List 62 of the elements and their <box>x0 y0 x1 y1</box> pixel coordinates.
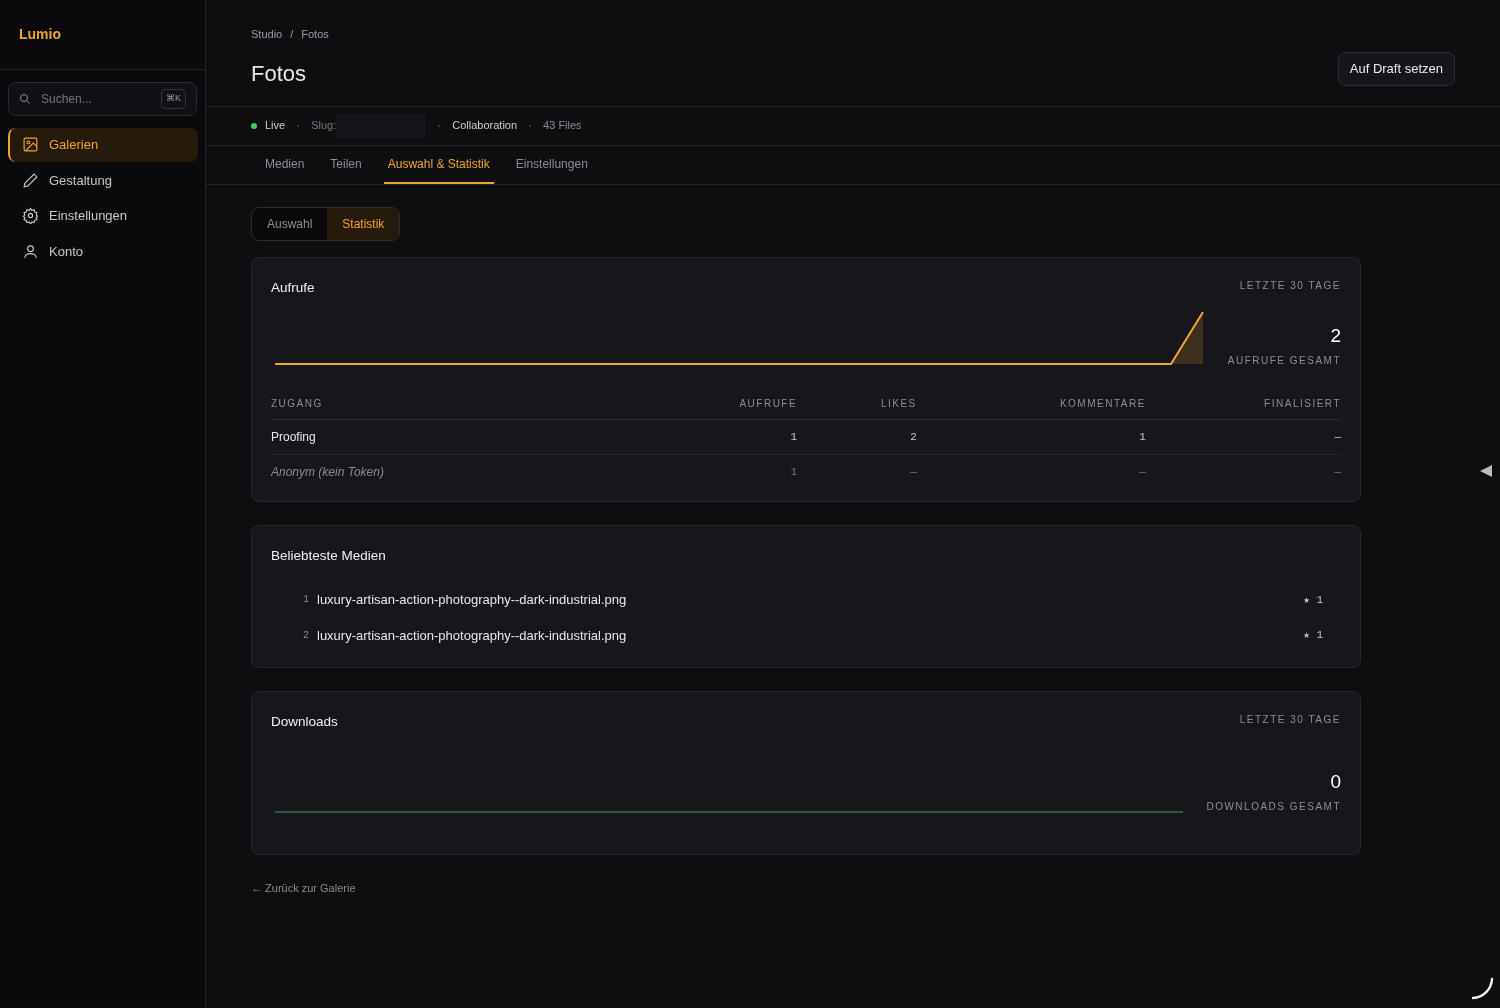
media-name[interactable]: luxury-artisan-action-photography--dark-industrial.png <box>317 625 1304 645</box>
tab[interactable]: Einstellungen <box>511 145 592 184</box>
table-cell: — <box>916 454 1146 489</box>
total-value: 0 <box>1329 772 1341 792</box>
brand-logo: Lumio <box>0 0 205 70</box>
slug-label: Slug: <box>311 118 337 134</box>
back-link[interactable]: ← Zurück zur Galerie <box>251 882 356 895</box>
sidebar-item[interactable]: Einstellungen <box>8 199 198 233</box>
likes-count: ★ 1 <box>1303 628 1323 643</box>
table-cell: 1 <box>916 419 1146 455</box>
rank-number: 1 <box>302 593 309 608</box>
table-cell: 1 <box>383 419 798 455</box>
total-value: 2 <box>1329 325 1341 345</box>
collapse-handle-icon[interactable] <box>1480 465 1492 477</box>
sidebar-item[interactable]: Konto <box>8 234 198 268</box>
status-text: Live <box>265 118 286 134</box>
table-cell: 2 <box>797 419 917 455</box>
gear-icon <box>22 207 39 225</box>
column-header: ZUGANG <box>271 387 384 420</box>
search-icon <box>19 93 31 105</box>
sidebar-item[interactable]: Gestaltung <box>8 163 198 197</box>
period-label: LETZTE 30 TAGE <box>1239 713 1341 727</box>
page-title: Fotos <box>251 59 308 88</box>
search-field[interactable]: Suchen... ⌘K <box>8 82 197 116</box>
card-title: Beliebteste Medien <box>271 546 387 565</box>
tab[interactable]: Medien <box>261 145 309 184</box>
table-cell: 1 <box>383 454 798 489</box>
tab[interactable]: Auswahl & Statistik <box>383 145 494 184</box>
sidebar-item[interactable]: Galerien <box>8 128 198 162</box>
status-dot <box>251 122 257 129</box>
likes-count: ★ 1 <box>1303 592 1323 608</box>
segment-tab[interactable]: Statistik <box>327 207 400 240</box>
pencil-icon <box>22 171 39 189</box>
column-header: LIKES <box>797 387 917 420</box>
column-header: AUFRUFE <box>383 387 798 420</box>
person-icon <box>22 242 39 260</box>
meta-text: Collaboration <box>452 118 518 134</box>
search-input[interactable]: Suchen... <box>39 89 153 109</box>
table-cell: — <box>1145 419 1341 455</box>
media-name[interactable]: luxury-artisan-action-photography--dark-industrial.png <box>317 590 1304 610</box>
total-label: DOWNLOADS GESAMT <box>1206 800 1341 815</box>
draft-button[interactable]: Auf Draft setzen <box>1337 52 1455 86</box>
table-cell: Anonym (kein Token) <box>271 454 384 489</box>
tab[interactable]: Teilen <box>326 145 366 184</box>
total-label: AUFRUFE GESAMT <box>1227 353 1341 368</box>
breadcrumb-separator: / <box>290 27 294 42</box>
rank-number: 2 <box>302 628 309 643</box>
column-header: KOMMENTARE <box>916 387 1146 420</box>
card-title: Downloads <box>271 713 338 731</box>
segment-tab[interactable]: Auswahl <box>252 207 328 240</box>
card-title: Aufrufe <box>271 278 315 297</box>
table-cell: — <box>1145 454 1341 489</box>
table-cell: Proofing <box>271 419 384 455</box>
column-header: FINALISIERT <box>1145 387 1341 420</box>
breadcrumb-item[interactable]: Studio <box>251 26 283 43</box>
table-cell: — <box>797 454 917 489</box>
meta-text: 43 Files <box>543 118 582 134</box>
breadcrumb-item[interactable]: Fotos <box>301 26 329 43</box>
period-label: LETZTE 30 TAGE <box>1239 278 1341 293</box>
spinner-icon <box>1470 976 1496 1002</box>
shortcut-hint: ⌘K <box>161 89 186 109</box>
image-icon <box>22 136 39 154</box>
